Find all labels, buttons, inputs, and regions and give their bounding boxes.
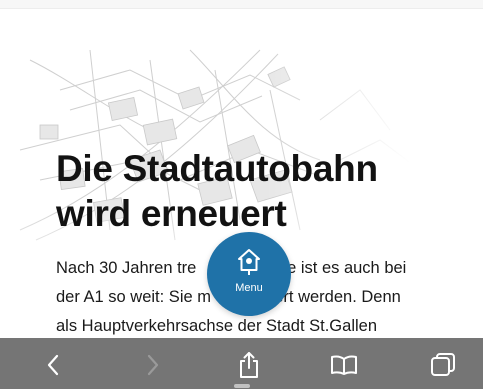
article-title-line-2: wird erneuert — [56, 193, 287, 234]
chevron-left-icon — [47, 354, 59, 376]
tabs-icon — [431, 353, 455, 376]
article-title-line-1: Die Stadtautobahn — [56, 148, 378, 189]
forward-button[interactable] — [138, 350, 168, 380]
menu-button-label: Menu — [235, 282, 263, 294]
article-lead-line-3: als Hauptverkehrsachse der Stadt St.Gall… — [56, 317, 378, 335]
book-icon — [331, 355, 357, 375]
share-icon — [240, 352, 258, 378]
birdhouse-icon — [238, 249, 260, 275]
bookmarks-button[interactable] — [329, 350, 359, 380]
home-indicator — [234, 384, 250, 388]
chevron-right-icon — [147, 354, 159, 376]
article-title: Die Stadtautobahn wird erneuert — [56, 146, 378, 236]
share-button[interactable] — [234, 350, 264, 380]
tabs-button[interactable] — [428, 350, 458, 380]
browser-top-strip — [0, 0, 483, 9]
menu-button[interactable]: Menu — [207, 232, 291, 316]
back-button[interactable] — [38, 350, 68, 380]
browser-toolbar — [0, 338, 483, 389]
